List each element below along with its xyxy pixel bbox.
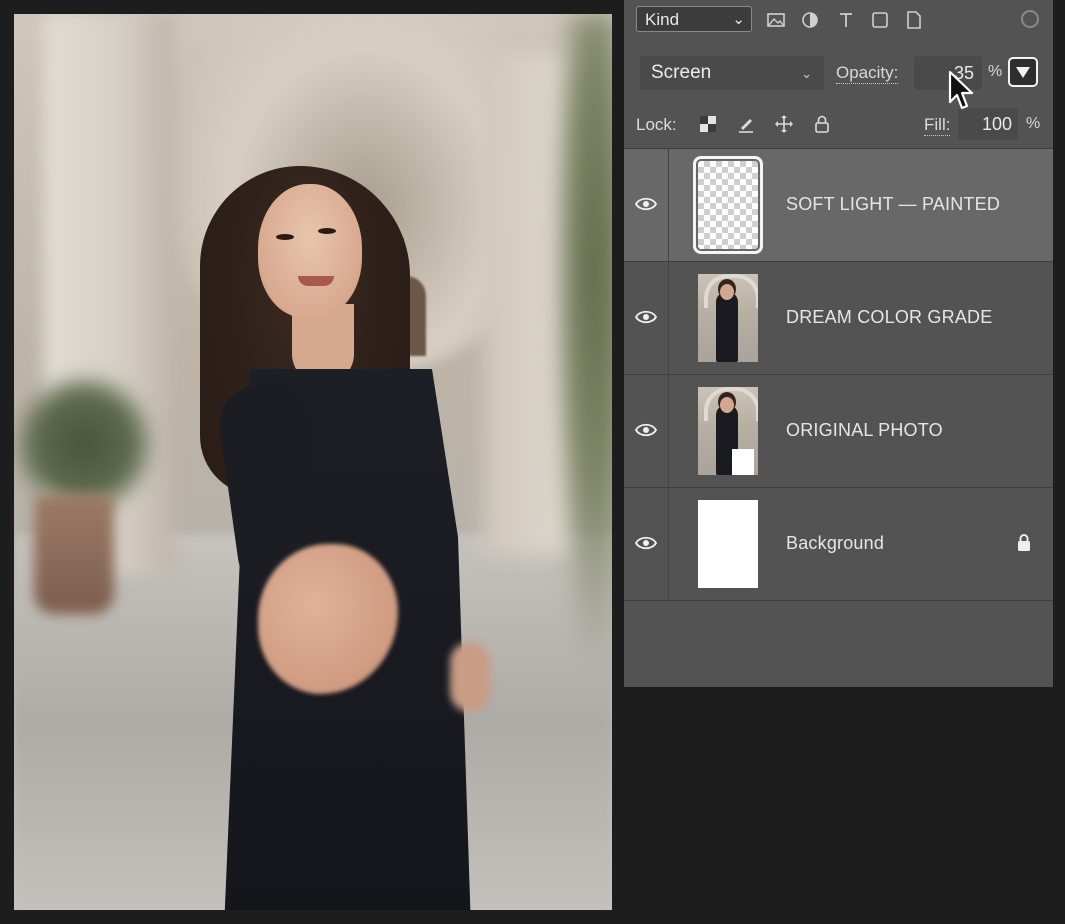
canvas-mouth <box>298 276 334 286</box>
lock-label: Lock: <box>636 115 677 134</box>
eye-icon <box>635 536 657 550</box>
layer-name[interactable]: SOFT LIGHT — PAINTED <box>786 194 1000 215</box>
canvas-pot <box>34 494 114 614</box>
chevron-down-icon: ⌄ <box>732 11 745 28</box>
layer-row-soft-light[interactable]: SOFT LIGHT — PAINTED <box>624 148 1053 261</box>
visibility-toggle[interactable] <box>624 375 669 487</box>
canvas-far-hand <box>450 642 490 712</box>
canvas-face <box>258 184 362 318</box>
opacity-unit: % <box>988 63 1003 80</box>
layer-thumbnail[interactable] <box>698 500 758 588</box>
smart-object-filter-icon[interactable] <box>904 10 924 30</box>
chevron-down-icon: ⌄ <box>801 66 812 81</box>
opacity-label[interactable]: Opacity: <box>836 63 899 84</box>
lock-transparent-pixels-icon[interactable] <box>698 114 718 134</box>
filter-kind-select[interactable]: Kind ⌄ <box>636 6 752 32</box>
shape-filter-icon[interactable] <box>870 10 890 30</box>
document-canvas[interactable] <box>14 14 612 910</box>
visibility-toggle[interactable] <box>624 149 669 261</box>
layer-name[interactable]: ORIGINAL PHOTO <box>786 420 943 441</box>
layer-name[interactable]: DREAM COLOR GRADE <box>786 307 992 328</box>
canvas-eye-left <box>276 234 294 240</box>
layer-thumbnail[interactable] <box>693 156 763 254</box>
blend-opacity-row: Screen ⌄ Opacity: 35 % <box>624 52 1053 92</box>
lock-image-pixels-icon[interactable] <box>736 114 756 134</box>
canvas-greenery <box>554 14 612 654</box>
triangle-down-icon <box>1016 67 1030 78</box>
eye-icon <box>635 310 657 324</box>
filter-kind-value: Kind <box>645 10 680 29</box>
filter-toggle-icon[interactable] <box>1021 10 1039 28</box>
eye-icon <box>635 197 657 211</box>
fill-label[interactable]: Fill: <box>924 115 951 136</box>
layer-thumbnail[interactable] <box>698 274 758 362</box>
opacity-slider-toggle[interactable] <box>1008 57 1038 87</box>
visibility-toggle[interactable] <box>624 488 669 600</box>
thumb-head <box>720 397 734 413</box>
layer-thumbnail[interactable] <box>698 387 758 475</box>
blend-mode-select[interactable]: Screen ⌄ <box>640 56 824 90</box>
thumb-figure <box>716 292 738 362</box>
lock-position-icon[interactable] <box>774 114 794 134</box>
lock-fill-row: Lock: Fill: 100 % <box>624 106 1053 142</box>
eye-icon <box>635 423 657 437</box>
type-filter-icon[interactable] <box>836 10 856 30</box>
fill-unit: % <box>1026 115 1041 132</box>
layers-panel: Kind ⌄ Screen ⌄ Opacity: 35 % Lock: Fill… <box>624 0 1053 687</box>
lock-all-icon[interactable] <box>812 114 832 134</box>
layer-name[interactable]: Background <box>786 533 884 554</box>
blend-mode-value: Screen <box>651 62 712 83</box>
layer-list: SOFT LIGHT — PAINTED DREAM COLOR GRADE O… <box>624 148 1053 600</box>
lock-icon[interactable] <box>1016 533 1032 553</box>
canvas-plant <box>14 374 154 514</box>
canvas-eye-right <box>318 228 336 234</box>
layer-row-background[interactable]: Background <box>624 487 1053 600</box>
layer-row-original-photo[interactable]: ORIGINAL PHOTO <box>624 374 1053 487</box>
layer-row-dream-color-grade[interactable]: DREAM COLOR GRADE <box>624 261 1053 374</box>
layer-filter-row: Kind ⌄ <box>624 0 1053 40</box>
layer-list-divider <box>624 600 1053 601</box>
thumb-head <box>720 284 734 300</box>
visibility-toggle[interactable] <box>624 262 669 374</box>
mouse-cursor-icon <box>948 70 974 110</box>
adjustment-filter-icon[interactable] <box>800 10 820 30</box>
image-filter-icon[interactable] <box>766 10 786 30</box>
thumb-page-icon <box>732 449 754 475</box>
